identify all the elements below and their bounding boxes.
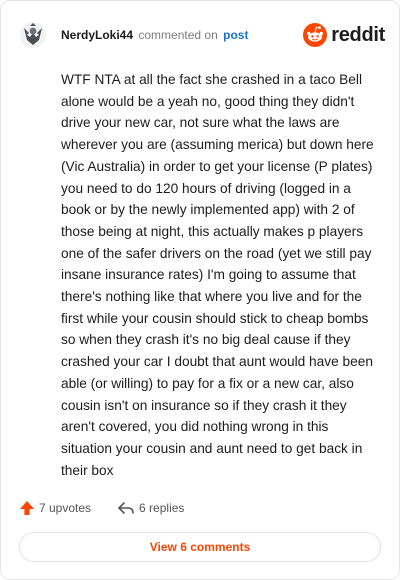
action-text: commented on <box>138 28 218 42</box>
upvote-button[interactable]: 7 upvotes <box>19 500 91 516</box>
view-comments-button[interactable]: View 6 comments <box>19 532 381 562</box>
comment-footer: 7 upvotes 6 replies <box>19 497 184 519</box>
reddit-logo-icon <box>303 23 328 47</box>
username-link[interactable]: NerdyLoki44 <box>61 28 133 42</box>
user-avatar-icon[interactable] <box>19 21 47 49</box>
brand-name: reddit <box>331 23 385 46</box>
comment-header: NerdyLoki44 commented on post reddit <box>19 19 385 51</box>
reddit-brand[interactable]: reddit <box>303 23 385 47</box>
post-link[interactable]: post <box>223 28 248 42</box>
upvote-count: 7 upvotes <box>39 501 92 515</box>
replies-button[interactable]: 6 replies <box>117 500 184 516</box>
comment-meta: NerdyLoki44 commented on post <box>61 28 303 42</box>
upvote-arrow-icon <box>20 501 34 515</box>
reply-arrow-icon <box>118 502 134 514</box>
comment-card: NerdyLoki44 commented on post reddit WTF… <box>0 0 400 580</box>
reply-count: 6 replies <box>139 501 185 515</box>
comment-body: WTF NTA at all the fact she crashed in a… <box>61 72 374 478</box>
